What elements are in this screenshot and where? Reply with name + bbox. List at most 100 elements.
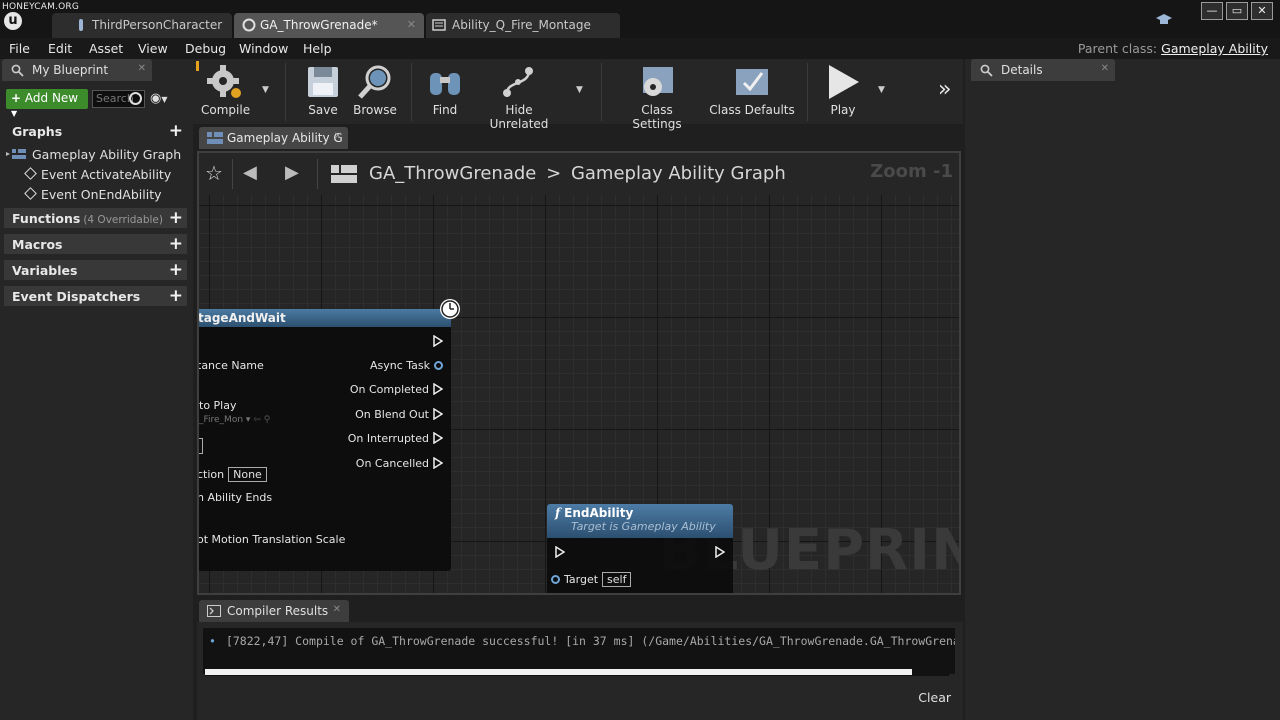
graph-item-event-activate-ability[interactable]: Event ActivateAbility xyxy=(24,167,171,182)
on-cancelled-pin[interactable]: On Cancelled xyxy=(356,457,443,470)
menu-debug[interactable]: Debug xyxy=(185,41,226,56)
graph-icon xyxy=(6,149,26,159)
tab-my-blueprint[interactable]: My Blueprint ✕ xyxy=(2,59,152,81)
compile-button[interactable]: Compile xyxy=(201,63,250,121)
log-message[interactable]: [7822,47] Compile of GA_ThrowGrenade suc… xyxy=(226,634,955,648)
graduation-cap-icon[interactable] xyxy=(1155,13,1173,27)
menu-view[interactable]: View xyxy=(138,41,168,56)
exec-out-pin[interactable] xyxy=(711,546,725,559)
menu-window[interactable]: Window xyxy=(239,41,288,56)
start-section-value[interactable]: None xyxy=(228,467,267,482)
save-disk-icon xyxy=(308,67,338,97)
find-binoculars-icon xyxy=(430,73,460,95)
tab-label: Details xyxy=(1001,63,1043,77)
hide-unrelated-chevron-icon[interactable]: ▼ xyxy=(576,85,583,95)
macros-section-header[interactable]: Macros + xyxy=(4,234,187,254)
add-icon[interactable]: + xyxy=(169,286,183,306)
montage-asset-dropdown[interactable]: _Fire_Mon ▾ ⇦ ⚲ xyxy=(199,415,270,425)
event-dispatchers-section-header[interactable]: Event Dispatchers + xyxy=(4,286,187,306)
functions-section-header[interactable]: Functions (4 Overridable) + xyxy=(4,208,187,228)
visibility-eye-icon[interactable]: ◉▼ xyxy=(150,91,168,106)
horizontal-scrollbar[interactable] xyxy=(205,668,949,676)
toolbar-divider xyxy=(285,63,286,121)
forward-arrow-icon[interactable]: ▶ xyxy=(285,162,299,183)
tab-third-person-character[interactable]: ThirdPersonCharacter xyxy=(52,13,232,38)
hide-unrelated-node-icon xyxy=(503,67,533,97)
play-rate-field[interactable] xyxy=(199,438,203,454)
tab-details[interactable]: Details ✕ xyxy=(971,59,1115,81)
exec-in-pin[interactable] xyxy=(551,546,565,559)
play-label: Play xyxy=(830,103,856,117)
graphs-section-header[interactable]: Graphs + xyxy=(4,121,187,141)
breadcrumb-graph[interactable]: Gameplay Ability Graph xyxy=(571,163,786,184)
title-bar: HONEYCAM.ORG u ThirdPersonCharacter GA_T… xyxy=(0,0,1280,38)
pin-label: On Cancelled xyxy=(355,457,429,470)
parent-class-link[interactable]: Gameplay Ability xyxy=(1161,41,1268,56)
menu-edit[interactable]: Edit xyxy=(48,41,72,56)
graph-icon xyxy=(207,132,223,144)
toolbar-divider xyxy=(601,63,602,121)
target-pin[interactable]: Target self xyxy=(551,572,632,587)
add-icon[interactable]: + xyxy=(169,208,183,228)
section-label: Macros xyxy=(12,237,63,252)
add-new-button[interactable]: + Add New ▼ xyxy=(6,89,88,118)
class-defaults-button[interactable]: Class Defaults xyxy=(709,63,795,121)
exec-out-pin[interactable] xyxy=(429,335,443,348)
section-label: Graphs xyxy=(12,124,63,139)
close-window-icon[interactable]: ✕ xyxy=(1251,2,1273,20)
search-input[interactable]: Search xyxy=(92,90,145,108)
function-icon: f xyxy=(555,506,561,520)
on-blend-out-pin[interactable]: On Blend Out xyxy=(355,408,443,421)
close-icon[interactable]: ✕ xyxy=(334,131,342,142)
add-icon[interactable]: + xyxy=(169,121,183,141)
toolbar-divider xyxy=(411,63,412,121)
minimize-icon[interactable]: — xyxy=(1201,2,1223,20)
graph-item-event-on-end-ability[interactable]: Event OnEndAbility xyxy=(24,187,162,202)
close-icon[interactable]: ✕ xyxy=(407,18,416,31)
menu-help[interactable]: Help xyxy=(303,41,332,56)
async-task-pin[interactable]: Async Task xyxy=(370,359,443,372)
compile-options-chevron-icon[interactable]: ▼ xyxy=(262,85,269,95)
tab-ga-throw-grenade[interactable]: GA_ThrowGrenade* ✕ xyxy=(234,13,424,38)
clear-button[interactable]: Clear xyxy=(918,690,951,705)
parent-class-label: Parent class: xyxy=(1077,41,1158,56)
breadcrumb-asset[interactable]: GA_ThrowGrenade xyxy=(369,163,536,184)
zoom-level: Zoom -1 xyxy=(870,161,953,182)
on-interrupted-pin[interactable]: On Interrupted xyxy=(348,432,443,445)
variables-section-header[interactable]: Variables + xyxy=(4,260,187,280)
toolbar-overflow-chevron-icon[interactable]: » xyxy=(938,77,951,102)
play-options-chevron-icon[interactable]: ▼ xyxy=(878,85,885,95)
add-icon[interactable]: + xyxy=(169,234,183,254)
menu-asset[interactable]: Asset xyxy=(89,41,123,56)
pin-label: ction xyxy=(197,468,225,481)
close-icon[interactable]: ✕ xyxy=(333,604,341,615)
favorite-star-icon[interactable]: ☆ xyxy=(205,161,223,185)
anim-root-motion-scale-pin: ot Motion Translation Scale xyxy=(197,533,346,546)
close-icon[interactable]: ✕ xyxy=(1101,63,1109,74)
on-completed-pin[interactable]: On Completed xyxy=(350,383,443,396)
tab-compiler-results[interactable]: Compiler Results ✕ xyxy=(199,600,349,622)
play-button[interactable]: Play xyxy=(819,63,867,121)
save-button[interactable]: Save xyxy=(301,63,345,121)
maximize-icon[interactable]: ▭ xyxy=(1226,2,1248,20)
class-settings-button[interactable]: Class Settings xyxy=(616,63,698,131)
window-controls: — ▭ ✕ xyxy=(1201,2,1273,20)
tab-gameplay-ability-graph[interactable]: Gameplay Ability G ✕ xyxy=(199,127,348,149)
close-icon[interactable]: ✕ xyxy=(138,63,146,74)
graph-editor[interactable]: ☆ ◀ ▶ GA_ThrowGrenade > Gameplay Ability… xyxy=(197,151,961,595)
scrollbar-thumb[interactable] xyxy=(205,669,912,675)
tab-label: Ability_Q_Fire_Montage xyxy=(452,18,591,32)
browse-button[interactable]: Browse xyxy=(351,63,399,121)
back-arrow-icon[interactable]: ◀ xyxy=(243,162,257,183)
play-montage-and-wait-node[interactable]: tageAndWait tance Name Async Task On Com… xyxy=(197,309,451,571)
tab-ability-q-fire-montage[interactable]: Ability_Q_Fire_Montage xyxy=(426,13,620,38)
details-panel: Details ✕ xyxy=(965,59,1280,720)
find-button[interactable]: Find xyxy=(423,63,467,121)
hide-unrelated-button[interactable]: Hide Unrelated xyxy=(477,63,561,131)
graph-item-gameplay-ability-graph[interactable]: Gameplay Ability Graph xyxy=(6,147,181,162)
menu-file[interactable]: File xyxy=(9,41,30,56)
end-ability-node[interactable]: f EndAbility Target is Gameplay Ability T… xyxy=(547,504,733,593)
add-icon[interactable]: + xyxy=(169,260,183,280)
hide-unrelated-label: Hide Unrelated xyxy=(489,103,549,131)
instance-name-pin: tance Name xyxy=(197,359,264,372)
